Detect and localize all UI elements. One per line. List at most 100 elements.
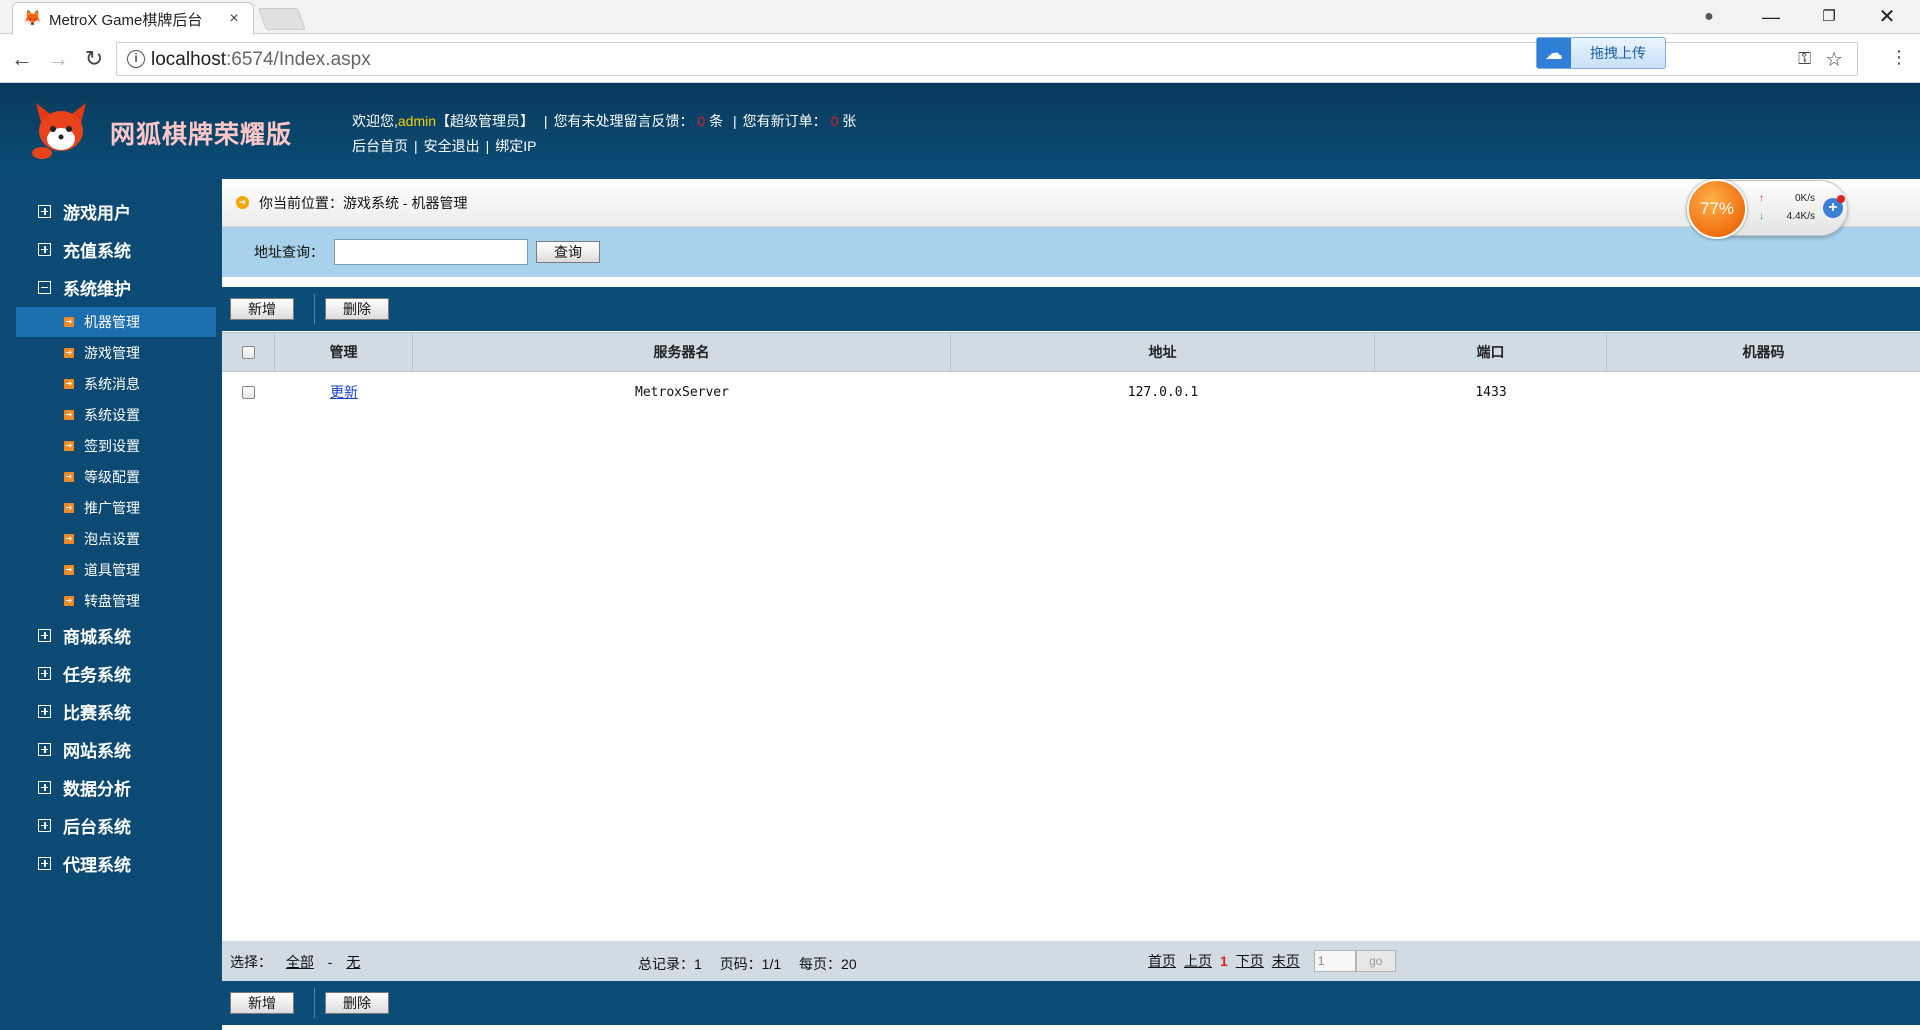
sidebar-group-game-users[interactable]: 游戏用户 (38, 196, 131, 226)
select-all-link[interactable]: 全部 (286, 954, 314, 970)
search-bar: 地址查询： 查询 (222, 227, 1920, 277)
next-page-link[interactable]: 下页 (1236, 951, 1264, 971)
divider: | (414, 138, 418, 154)
url-host: localhost (151, 49, 226, 70)
arrow-right-icon: ➜ (64, 441, 74, 451)
sidebar-group-recharge[interactable]: 充值系统 (38, 234, 131, 264)
sidebar-group-task[interactable]: 任务系统 (38, 658, 131, 688)
sidebar-group-label: 商城系统 (63, 627, 131, 647)
tab-title: MetroX Game棋牌后台 (49, 11, 203, 29)
network-speed-widget[interactable]: 77% 0K/s 4.4K/s + (1687, 179, 1848, 239)
sidebar-item-props[interactable]: ➜ 道具管理 (16, 555, 216, 585)
reload-icon[interactable]: ↻ (80, 45, 108, 73)
add-button[interactable]: 新增 (230, 992, 294, 1014)
expand-icon (38, 818, 51, 832)
sidebar-item-label: 转盘管理 (84, 593, 140, 609)
feedback-count[interactable]: 0 (697, 113, 705, 129)
sidebar-group-match[interactable]: 比赛系统 (38, 696, 131, 726)
prev-page-link[interactable]: 上页 (1184, 951, 1212, 971)
upload-widget[interactable]: ☁ 拖拽上传 (1536, 37, 1666, 69)
last-page-link[interactable]: 末页 (1272, 951, 1300, 971)
minimize-button[interactable]: — (1748, 4, 1794, 30)
browser-tabstrip: 🦊 MetroX Game棋牌后台 × ● — ❐ ✕ (0, 0, 1920, 35)
sidebar-group-label: 网站系统 (63, 741, 131, 761)
select-none-link[interactable]: 无 (346, 954, 360, 970)
orders-count[interactable]: 0 (831, 113, 839, 129)
row-checkbox[interactable] (242, 385, 255, 399)
sidebar-item-wheel[interactable]: ➜ 转盘管理 (16, 586, 216, 616)
delete-button[interactable]: 删除 (325, 298, 389, 320)
sidebar-item-promotion[interactable]: ➜ 推广管理 (16, 493, 216, 523)
divider: | (733, 113, 737, 129)
feedback-label: 您有未处理留言反馈： (553, 113, 694, 129)
arrow-back-icon[interactable]: ← (8, 45, 36, 73)
cloud-icon: ☁ (1537, 38, 1571, 68)
upload-speed: 0K/s (1759, 193, 1815, 204)
close-window-button[interactable]: ✕ (1864, 4, 1910, 30)
bind-ip-link[interactable]: 绑定IP (495, 138, 536, 154)
username: admin (397, 113, 437, 129)
expand-icon (38, 780, 51, 794)
sidebar-item-signin[interactable]: ➜ 签到设置 (16, 431, 216, 461)
feedback-unit: 条 (709, 113, 724, 129)
divider (314, 294, 315, 324)
key-icon[interactable]: ⚿ (1798, 49, 1811, 69)
more-vertical-icon[interactable]: ⋮ (1890, 47, 1908, 68)
sidebar-item-settings[interactable]: ➜ 系统设置 (16, 400, 216, 430)
select-label: 选择： (230, 954, 272, 970)
sidebar-group-maintenance[interactable]: 系统维护 (38, 272, 131, 302)
new-tab-button[interactable] (257, 8, 307, 30)
sidebar-group-mall[interactable]: 商城系统 (38, 620, 131, 650)
search-button[interactable]: 查询 (536, 241, 600, 263)
arrow-right-icon: ➜ (64, 317, 74, 327)
go-button[interactable]: go (1355, 950, 1396, 972)
app-header: 网狐棋牌荣耀版 欢迎您,admin【超级管理员】 | 您有未处理留言反馈： 0 条… (0, 83, 1920, 179)
expand-icon (38, 242, 51, 256)
address-search-input[interactable] (334, 239, 528, 265)
sidebar-item-bubble[interactable]: ➜ 泡点设置 (16, 524, 216, 554)
sidebar-group-analytics[interactable]: 数据分析 (38, 772, 131, 802)
upload-label: 拖拽上传 (1590, 45, 1646, 61)
download-speed: 4.4K/s (1759, 211, 1815, 222)
browser-tab[interactable]: 🦊 MetroX Game棋牌后台 × (12, 2, 254, 35)
delete-button[interactable]: 删除 (325, 992, 389, 1014)
sidebar-group-agent[interactable]: 代理系统 (38, 848, 131, 878)
url-text[interactable]: localhost:6574/Index.aspx (151, 49, 371, 71)
divider: | (485, 138, 490, 154)
header-info: 欢迎您,admin【超级管理员】 | 您有未处理留言反馈： 0 条 | 您有新订单：… (352, 109, 856, 159)
memory-percent-ball[interactable]: 77% (1687, 179, 1747, 239)
update-link[interactable]: 更新 (330, 382, 358, 402)
account-circle-icon[interactable]: ● (1686, 4, 1732, 30)
expand-icon (38, 204, 51, 218)
sidebar-item-label: 推广管理 (84, 500, 140, 516)
logout-link[interactable]: 安全退出 (424, 138, 480, 154)
select-all-checkbox[interactable] (241, 345, 255, 359)
info-icon[interactable]: i (127, 50, 145, 68)
add-button[interactable]: 新增 (230, 298, 294, 320)
expand-icon (38, 856, 51, 870)
sidebar-item-messages[interactable]: ➜ 系统消息 (16, 369, 216, 399)
tab-close-icon[interactable]: × (225, 10, 243, 28)
arrow-right-icon: ➜ (64, 565, 74, 575)
first-page-link[interactable]: 首页 (1148, 951, 1176, 971)
column-header: 管理 (275, 333, 413, 371)
restore-button[interactable]: ❐ (1806, 4, 1852, 30)
per-page: 每页：20 (799, 956, 857, 972)
home-link[interactable]: 后台首页 (352, 138, 408, 154)
sidebar-item-label: 机器管理 (84, 314, 140, 330)
page-jump-input[interactable]: 1 (1313, 950, 1356, 972)
select-all-cell (222, 333, 275, 371)
sidebar-group-label: 代理系统 (63, 855, 131, 875)
sidebar-item-machine[interactable]: ➜ 机器管理 (16, 307, 216, 337)
arrow-right-icon: ➜ (64, 348, 74, 358)
sidebar-item-level[interactable]: ➜ 等级配置 (16, 462, 216, 492)
star-icon[interactable]: ☆ (1825, 47, 1843, 72)
sidebar-item-game[interactable]: ➜ 游戏管理 (16, 338, 216, 368)
sidebar-group-website[interactable]: 网站系统 (38, 734, 131, 764)
arrow-right-icon: ➜ (64, 472, 74, 482)
orders-label: 您有新订单： (742, 113, 827, 129)
port-cell: 1433 (1475, 384, 1507, 400)
arrow-forward-icon[interactable]: → (44, 45, 72, 73)
sidebar-group-backend[interactable]: 后台系统 (38, 810, 131, 840)
pager-stats: 总记录：1 页码：1/1 每页：20 (638, 954, 871, 974)
